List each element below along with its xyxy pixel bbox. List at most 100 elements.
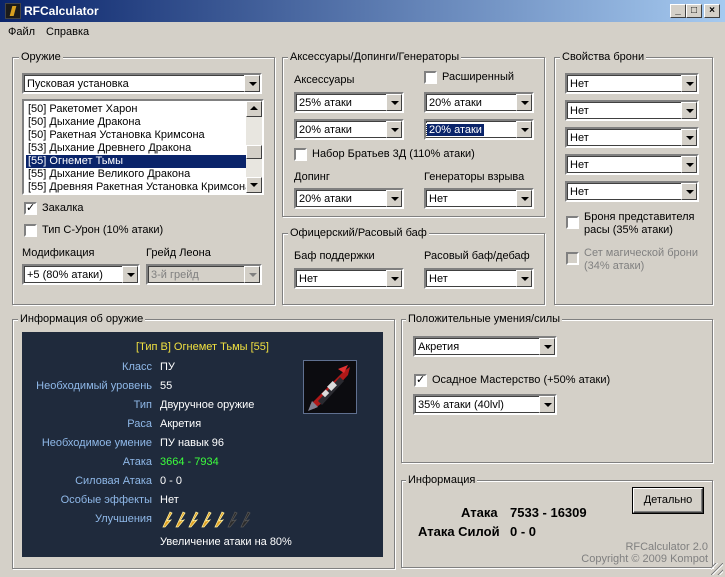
chevron-down-icon[interactable] [681, 75, 697, 92]
accessory-select-4[interactable]: 20% атаки [424, 119, 534, 140]
weapon-info-title: Информация об оружие [18, 313, 146, 325]
doping-value: 20% атаки [299, 193, 352, 205]
weapon-type-select[interactable]: Пусковая установка [22, 73, 262, 94]
armor-group-title: Свойства брони [560, 51, 647, 63]
list-item[interactable]: [53] Дыхание Древнего Дракона [26, 142, 246, 155]
resize-grip[interactable] [711, 563, 723, 575]
doping-select[interactable]: 20% атаки [294, 188, 404, 209]
accessory-value-1: 25% атаки [299, 97, 352, 109]
upgrade-filled-icon [214, 511, 225, 528]
race-buff-value: Нет [429, 273, 448, 285]
menu-bar [0, 22, 725, 40]
list-item[interactable]: [50] Ракетная Установка Кримсона [26, 129, 246, 142]
skill-race-select[interactable]: Акретия [413, 336, 557, 357]
info-value: Акретия [160, 418, 202, 430]
accessory-select-3[interactable]: 20% атаки [294, 119, 404, 140]
detail-button[interactable]: Детально [633, 488, 703, 513]
chevron-down-icon[interactable] [681, 129, 697, 146]
hardening-label: Закалка [42, 202, 84, 214]
race-armor-label-1: Броня представителя [584, 211, 695, 223]
type-c-checkbox[interactable] [24, 224, 37, 237]
result-group-title: Информация [406, 474, 478, 486]
chevron-down-icon[interactable] [681, 156, 697, 173]
extended-label: Расширенный [442, 71, 514, 83]
list-scrollbar[interactable] [246, 101, 262, 193]
chevron-down-icon[interactable] [122, 266, 138, 283]
list-item[interactable]: [55] Древняя Ракетная Установка Кримсона [26, 181, 251, 193]
weapon-list[interactable]: [50] Ракетомет Харон [50] Дыхание Дракон… [22, 99, 264, 195]
skill-level-value: 35% атаки (40lvl) [418, 399, 504, 411]
armor-value-4: Нет [570, 159, 589, 171]
info-key: Силовая Атака [75, 475, 152, 487]
armor-select-3[interactable]: Нет [565, 127, 699, 148]
accessory-select-2[interactable]: 20% атаки [424, 92, 534, 113]
list-item[interactable]: [50] Дыхание Дракона [26, 116, 246, 129]
weapon-image [303, 360, 357, 414]
upgrade-filled-icon [175, 511, 186, 528]
chevron-down-icon[interactable] [244, 75, 260, 92]
chevron-down-icon[interactable] [516, 121, 532, 138]
generators-select[interactable]: Нет [424, 188, 534, 209]
upgrade-empty-icon [227, 511, 238, 528]
leon-grade-label: Грейд Леона [146, 247, 211, 259]
chevron-down-icon[interactable] [539, 338, 555, 355]
scroll-down-button[interactable] [246, 177, 262, 193]
close-button[interactable]: × [704, 4, 720, 18]
list-item-selected[interactable]: [55] Огнемет Тьмы [26, 155, 246, 168]
list-item[interactable]: [50] Ракетомет Харон [26, 103, 246, 116]
race-buff-label: Расовый баф/дебаф [424, 250, 530, 262]
armor-select-5[interactable]: Нет [565, 181, 699, 202]
accessory-select-1[interactable]: 25% атаки [294, 92, 404, 113]
accessory-value-2: 20% атаки [429, 97, 482, 109]
chevron-down-icon[interactable] [539, 396, 555, 413]
chevron-down-icon[interactable] [681, 183, 697, 200]
chevron-down-icon[interactable] [516, 94, 532, 111]
chevron-down-icon[interactable] [681, 102, 697, 119]
race-buff-select[interactable]: Нет [424, 268, 534, 289]
info-value-attack: 3664 - 7934 [160, 456, 219, 468]
scroll-up-button[interactable] [246, 101, 262, 117]
weapon-group-title: Оружие [19, 51, 63, 63]
siege-mastery-checkbox[interactable] [414, 373, 427, 387]
accessories-group-title: Аксессуары/Допинги/Генераторы [288, 51, 462, 63]
chevron-down-icon[interactable] [386, 190, 402, 207]
scroll-thumb[interactable] [246, 145, 262, 159]
armor-select-1[interactable]: Нет [565, 73, 699, 94]
magic-set-label-2: (34% атаки) [584, 260, 645, 272]
skill-level-select[interactable]: 35% атаки (40lvl) [413, 394, 557, 415]
armor-select-2[interactable]: Нет [565, 100, 699, 121]
minimize-button[interactable]: _ [670, 4, 686, 18]
attack-result-label: Атака [461, 505, 498, 520]
generators-label: Генераторы взрыва [424, 171, 525, 183]
chevron-down-icon[interactable] [386, 94, 402, 111]
armor-value-3: Нет [570, 132, 589, 144]
modification-select[interactable]: +5 (80% атаки) [22, 264, 140, 285]
brothers-set-checkbox[interactable] [294, 148, 307, 161]
armor-value-2: Нет [570, 105, 589, 117]
chevron-down-icon[interactable] [516, 270, 532, 287]
title-bar[interactable] [0, 0, 725, 22]
attack-result-value: 7533 - 16309 [510, 505, 587, 520]
race-armor-label-2: расы (35% атаки) [584, 224, 673, 236]
info-value: Нет [160, 494, 179, 506]
maximize-button[interactable]: □ [686, 4, 702, 18]
race-armor-checkbox[interactable] [566, 216, 579, 229]
chevron-down-icon[interactable] [386, 270, 402, 287]
version-label: RFCalculator 2.0 [625, 541, 708, 553]
info-key: Класс [122, 361, 152, 373]
menu-file[interactable]: Файл [8, 26, 35, 38]
support-buff-select[interactable]: Нет [294, 268, 404, 289]
weapon-info-panel: [Тип B] Огнемет Тьмы [55] Класс ПУ Необх… [22, 332, 383, 557]
hardening-checkbox[interactable] [24, 201, 37, 215]
chevron-down-icon[interactable] [386, 121, 402, 138]
accessory-value-4: 20% атаки [426, 123, 485, 137]
armor-select-4[interactable]: Нет [565, 154, 699, 175]
info-value: ПУ навык 96 [160, 437, 224, 449]
accessories-label: Аксессуары [294, 74, 355, 86]
chevron-down-icon[interactable] [516, 190, 532, 207]
list-item[interactable]: [55] Дыхание Великого Дракона [26, 168, 246, 181]
extended-checkbox[interactable] [424, 71, 437, 84]
accessory-value-3: 20% атаки [299, 124, 352, 136]
upgrade-text: Увеличение атаки на 80% [160, 536, 292, 548]
menu-help[interactable]: Справка [46, 26, 89, 38]
